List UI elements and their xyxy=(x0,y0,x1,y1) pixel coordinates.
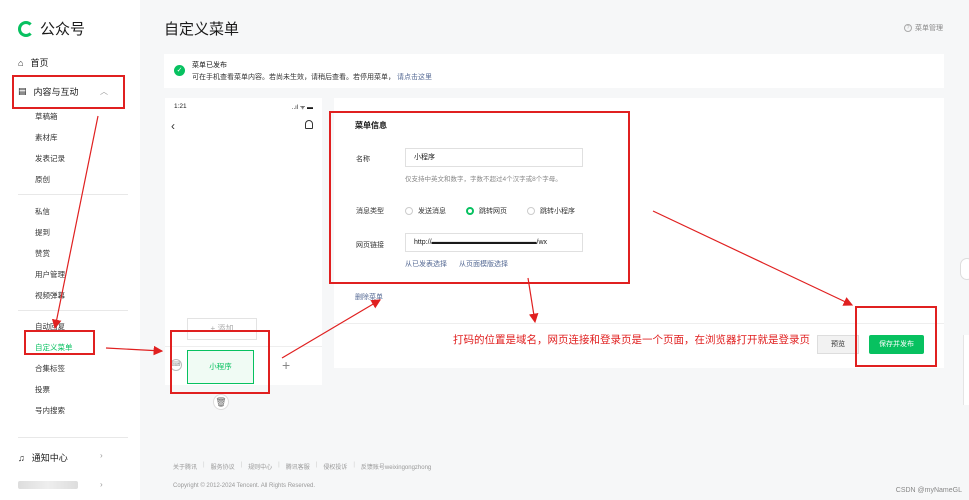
annotation-box-content xyxy=(12,75,125,109)
sidebar-item-published[interactable]: 发表记录 xyxy=(35,153,65,164)
annotation-box-custom-menu xyxy=(24,330,95,355)
copyright: Copyright © 2012-2024 Tencent. All Right… xyxy=(173,483,316,489)
footer-link-infringement[interactable]: 侵权投诉 xyxy=(323,462,347,471)
app-name: 公众号 xyxy=(40,21,86,38)
sidebar-divider xyxy=(18,194,128,195)
add-menu-plus-icon[interactable]: + xyxy=(282,357,290,373)
sidebar-item-messages[interactable]: 私信 xyxy=(35,206,50,217)
annotation-box-save xyxy=(855,306,937,367)
annotation-box-phone-item xyxy=(170,330,270,394)
publish-notice: ✓ 菜单已发布 可在手机查看菜单内容。若尚未生效，请稍后查看。若停用菜单， 请点… xyxy=(164,54,944,88)
preview-button[interactable]: 预览 xyxy=(817,335,859,354)
panel-footer-divider xyxy=(334,323,944,324)
bell-icon: ♫ xyxy=(18,452,25,463)
notice-title: 菜单已发布 xyxy=(192,62,227,69)
footer-link-terms[interactable]: 服务协议 xyxy=(211,462,235,471)
notice-description: 可在手机查看菜单内容。若尚未生效，请稍后查看。若停用菜单， 请点击这里 xyxy=(192,74,432,81)
annotation-text: 打码的位置是域名，网页连接和登录页是一个页面，在浏览器打开就是登录页 xyxy=(453,334,810,346)
sidebar-item-assets[interactable]: 素材库 xyxy=(35,132,58,143)
sidebar-item-rewards[interactable]: 赞赏 xyxy=(35,248,50,259)
success-check-icon: ✓ xyxy=(174,65,185,76)
user-icon xyxy=(305,120,313,129)
sidebar-item-notifications[interactable]: ♫ 通知中心 xyxy=(18,451,68,464)
blurred-account-name xyxy=(18,481,78,489)
sidebar-divider xyxy=(18,437,128,438)
app-logo[interactable]: 公众号 xyxy=(18,18,85,39)
sidebar-item-search[interactable]: 号内搜索 xyxy=(35,405,65,416)
annotation-box-form xyxy=(329,111,630,284)
trash-icon[interactable]: 🗑 xyxy=(213,394,229,410)
sidebar-item-home[interactable]: ⌂ 首页 xyxy=(18,56,48,69)
footer-link-about[interactable]: 关于腾讯 xyxy=(173,462,197,471)
sidebar-item-users[interactable]: 用户管理 xyxy=(35,269,65,280)
sidebar-item-collections[interactable]: 合集标签 xyxy=(35,363,65,374)
side-toggle-handle[interactable] xyxy=(960,258,969,280)
back-chevron-icon: ‹ xyxy=(171,119,175,133)
footer-link-feedback[interactable]: 反馈账号weixingongzhong xyxy=(361,462,431,471)
footer-link-rules[interactable]: 规则中心 xyxy=(248,462,272,471)
menu-management-link[interactable]: ? 菜单管理 xyxy=(904,23,943,33)
watermark: CSDN @myNameGL xyxy=(895,487,962,494)
footer-links: 关于腾讯 | 服务协议 | 规则中心 | 腾讯客服 | 侵权投诉 | 反馈账号weixin… xyxy=(173,462,432,471)
page-title: 自定义菜单 xyxy=(164,21,240,38)
help-icon: ? xyxy=(904,24,912,32)
sidebar-divider xyxy=(18,310,128,311)
sidebar-item-danmaku[interactable]: 视频弹幕 xyxy=(35,290,65,301)
wechat-oa-logo-icon xyxy=(18,20,34,37)
home-icon: ⌂ xyxy=(18,57,24,68)
chevron-right-icon[interactable]: › xyxy=(100,451,103,460)
phone-time: 1:21 xyxy=(174,103,187,110)
chevron-right-icon[interactable]: › xyxy=(100,480,103,489)
footer-link-support[interactable]: 腾讯客服 xyxy=(286,462,310,471)
sidebar-item-mentions[interactable]: 提到 xyxy=(35,227,50,238)
disable-menu-link[interactable]: 请点击这里 xyxy=(397,74,432,81)
delete-menu-link[interactable]: 删除菜单 xyxy=(355,292,383,302)
sidebar-item-drafts[interactable]: 草稿箱 xyxy=(35,111,58,122)
phone-status-icons: ..ıl ᯤ ▬ xyxy=(291,105,313,111)
side-panel-tab[interactable] xyxy=(963,335,969,405)
sidebar-item-votes[interactable]: 投票 xyxy=(35,384,50,395)
sidebar-item-original[interactable]: 原创 xyxy=(35,174,50,185)
